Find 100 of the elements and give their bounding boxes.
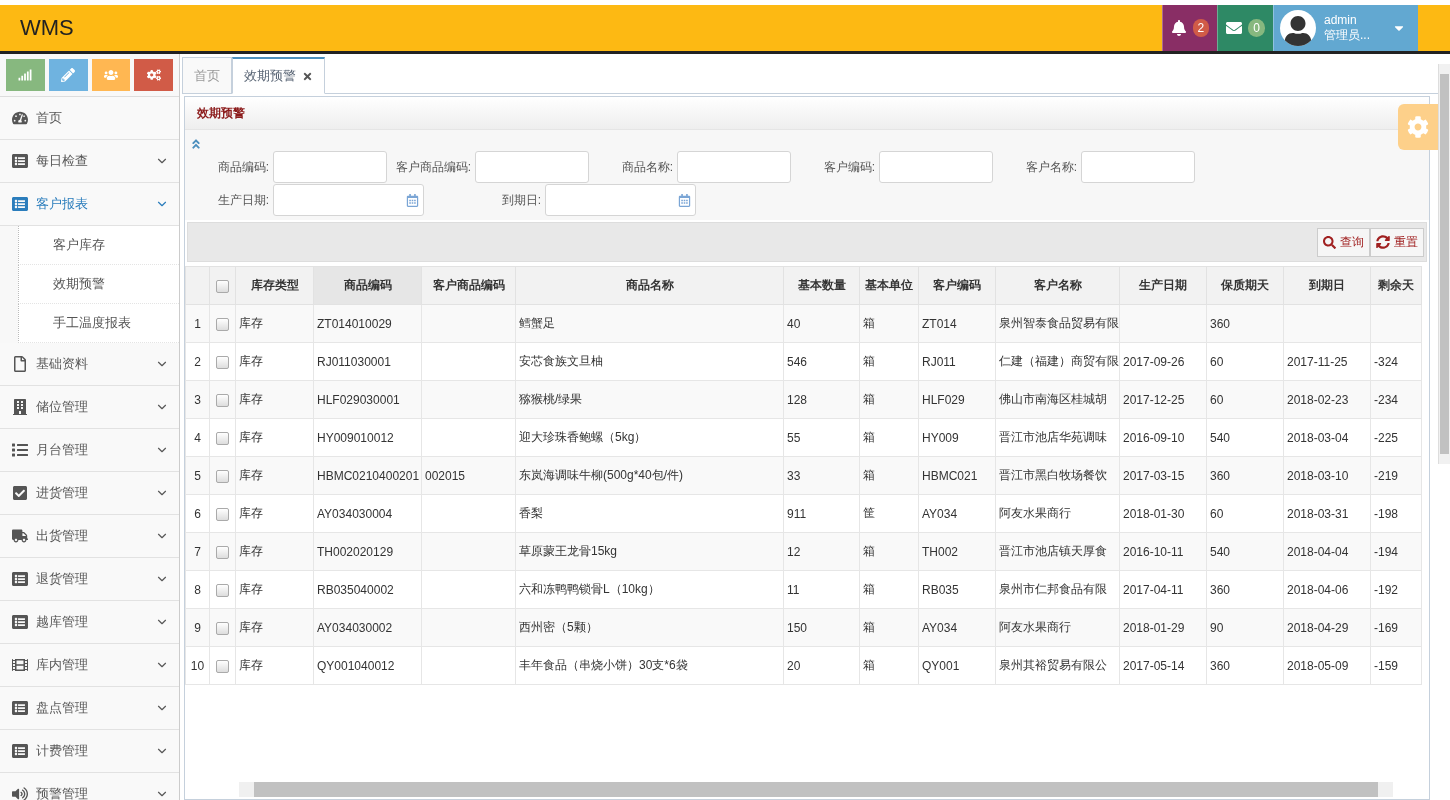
- table-cell: 箱: [859, 570, 919, 609]
- table-cell: 2018-01-30: [1119, 494, 1207, 533]
- row-checkbox[interactable]: [216, 583, 229, 597]
- table-cell: 库存: [235, 646, 314, 685]
- column-header[interactable]: 剩余天: [1370, 266, 1422, 305]
- filter-label: 客户编码:: [822, 158, 876, 176]
- select-all-checkbox[interactable]: [216, 279, 229, 293]
- list-icon: [12, 700, 28, 716]
- table-cell: 2016-10-11: [1119, 532, 1207, 571]
- table-cell: 香梨: [515, 494, 784, 533]
- row-number: 6: [185, 494, 210, 533]
- close-icon[interactable]: [302, 70, 313, 82]
- column-header[interactable]: 客户商品编码: [421, 266, 516, 305]
- column-header[interactable]: 基本单位: [859, 266, 919, 305]
- row-checkbox[interactable]: [216, 393, 229, 407]
- filter-label: 客户名称:: [1024, 158, 1078, 176]
- row-checkbox[interactable]: [216, 317, 229, 331]
- shortcut-button[interactable]: [6, 59, 45, 91]
- row-checkbox[interactable]: [216, 355, 229, 369]
- table-cell: RJ011030001: [313, 342, 422, 381]
- collapse-icon[interactable]: [190, 138, 202, 150]
- sidebar-subitem[interactable]: 客户库存: [18, 226, 179, 265]
- table-cell: 晋江市池店华苑调味: [995, 418, 1120, 457]
- table-cell: 2018-05-09: [1283, 646, 1371, 685]
- column-header[interactable]: 客户名称: [995, 266, 1120, 305]
- calendar-icon[interactable]: [678, 193, 691, 207]
- column-header[interactable]: 生产日期: [1119, 266, 1207, 305]
- column-header[interactable]: 商品名称: [515, 266, 784, 305]
- table-cell: 晋江市黑白牧场餐饮: [995, 456, 1120, 495]
- table-cell: 箱: [859, 380, 919, 419]
- table-cell: 2018-04-06: [1283, 570, 1371, 609]
- user-name: admin: [1324, 13, 1358, 28]
- horizontal-scrollbar[interactable]: [239, 782, 1393, 797]
- vertical-scrollbar[interactable]: [1438, 64, 1450, 464]
- input-field[interactable]: [879, 151, 993, 183]
- input-field[interactable]: [1081, 151, 1195, 183]
- column-header[interactable]: 保质期天: [1206, 266, 1284, 305]
- table-cell: AY034: [918, 608, 996, 647]
- table-cell: 箱: [859, 456, 919, 495]
- table-cell: 泉州智泰食品贸易有限: [995, 304, 1120, 343]
- table-cell: HBMC021: [918, 456, 996, 495]
- input-field[interactable]: [677, 151, 791, 183]
- table-cell: 2018-03-04: [1283, 418, 1371, 457]
- table-cell: HLF029030001: [313, 380, 422, 419]
- table-cell: 2018-03-31: [1283, 494, 1371, 533]
- table-cell: 540: [1206, 532, 1284, 571]
- notification-count: 2: [1192, 19, 1210, 37]
- table-cell: 佛山市南海区桂城胡: [995, 380, 1120, 419]
- column-header[interactable]: 客户编码: [918, 266, 996, 305]
- table-cell: 540: [1206, 418, 1284, 457]
- table-cell: 丰年食品（串烧小饼）30支*6袋: [515, 646, 784, 685]
- settings-button[interactable]: [1398, 104, 1438, 150]
- table-cell: -192: [1370, 570, 1422, 609]
- sidebar-subitem[interactable]: 手工温度报表: [18, 304, 179, 343]
- column-header[interactable]: 到期日: [1283, 266, 1371, 305]
- table-cell: 箱: [859, 342, 919, 381]
- table-cell: 60: [1206, 342, 1284, 381]
- row-checkbox[interactable]: [216, 431, 229, 445]
- table-cell: 40: [783, 304, 860, 343]
- reset-button[interactable]: 重置: [1370, 227, 1424, 257]
- table-cell: 360: [1206, 304, 1284, 343]
- row-checkbox[interactable]: [216, 469, 229, 483]
- table-cell: 仁建（福建）商贸有限: [995, 342, 1120, 381]
- row-checkbox[interactable]: [216, 507, 229, 521]
- table-cell: 2018-02-23: [1283, 380, 1371, 419]
- table-cell: 2017-09-26: [1119, 342, 1207, 381]
- table-cell: 箱: [859, 418, 919, 457]
- row-checkbox[interactable]: [216, 659, 229, 673]
- calendar-icon[interactable]: [406, 193, 419, 207]
- sidebar-subitem[interactable]: 效期预警: [18, 265, 179, 304]
- search-button[interactable]: 查询: [1317, 227, 1370, 257]
- app-title: WMS: [19, 14, 75, 42]
- column-header[interactable]: 库存类型: [235, 266, 314, 305]
- gears-icon: [146, 68, 161, 82]
- table-cell: 晋江市池店镇天厚食: [995, 532, 1120, 571]
- table-cell: QY001: [918, 646, 996, 685]
- date-field[interactable]: [545, 184, 696, 216]
- table-cell: 2018-01-29: [1119, 608, 1207, 647]
- table-cell: -198: [1370, 494, 1422, 533]
- table-cell: -169: [1370, 608, 1422, 647]
- table-cell: 2017-12-25: [1119, 380, 1207, 419]
- table-cell: 12: [783, 532, 860, 571]
- shortcut-button[interactable]: [91, 59, 131, 91]
- notifications-button[interactable]: 2: [1161, 5, 1218, 51]
- building-icon: [12, 399, 28, 415]
- row-checkbox[interactable]: [216, 545, 229, 559]
- refresh-icon: [1376, 235, 1390, 249]
- input-field[interactable]: [273, 151, 387, 183]
- table-cell: 西州密（5颗）: [515, 608, 784, 647]
- column-header[interactable]: 基本数量: [783, 266, 860, 305]
- tab[interactable]: 效期预警: [232, 57, 325, 94]
- input-field[interactable]: [475, 151, 589, 183]
- column-header[interactable]: 商品编码: [313, 266, 422, 305]
- row-checkbox[interactable]: [216, 621, 229, 635]
- date-field[interactable]: [273, 184, 424, 216]
- shortcut-button[interactable]: [134, 59, 173, 91]
- shortcut-button[interactable]: [48, 59, 88, 91]
- settings-icon: [1407, 116, 1429, 138]
- table-cell: 2018-03-10: [1283, 456, 1371, 495]
- table-cell: 2017-04-11: [1119, 570, 1207, 609]
